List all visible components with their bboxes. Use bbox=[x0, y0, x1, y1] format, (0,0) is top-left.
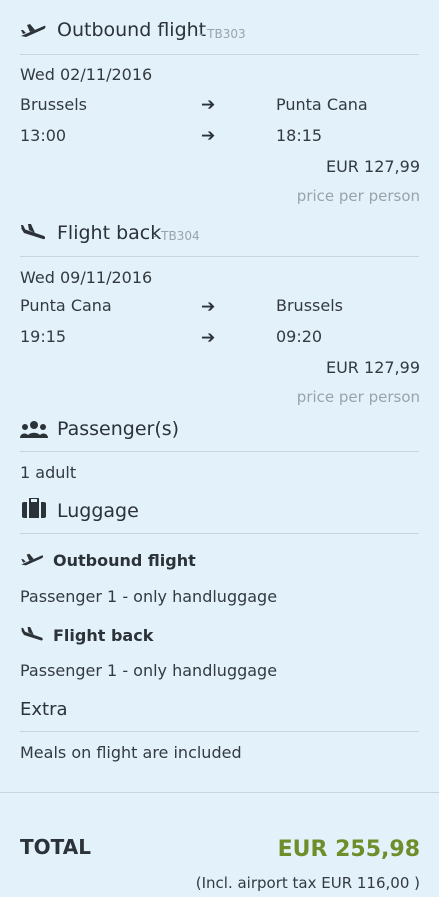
airport-tax-note: (Incl. airport tax EUR 116,00 ) bbox=[195, 874, 420, 892]
outbound-flight-code: - TB303 bbox=[199, 27, 246, 41]
plane-landing-icon bbox=[20, 224, 46, 242]
arrow-right-icon: ➔ bbox=[201, 328, 216, 348]
passengers-section-title: Passenger(s) bbox=[57, 418, 180, 440]
plane-landing-icon bbox=[20, 627, 44, 643]
return-price-note: price per person bbox=[296, 388, 420, 406]
divider bbox=[20, 731, 419, 732]
extra-section-title: Extra bbox=[20, 699, 68, 720]
divider bbox=[20, 54, 419, 55]
outbound-date: Wed 02/11/2016 bbox=[20, 65, 153, 84]
luggage-section-title: Luggage bbox=[57, 500, 139, 522]
outbound-arrival-time: 18:15 bbox=[276, 126, 323, 145]
luggage-outbound-label: Outbound flight bbox=[53, 551, 196, 570]
divider bbox=[20, 256, 419, 257]
return-arrival-time: 09:20 bbox=[276, 327, 323, 346]
plane-takeoff-icon bbox=[20, 22, 46, 40]
passengers-count: 1 adult bbox=[20, 463, 77, 482]
divider bbox=[20, 533, 419, 534]
outbound-price-note: price per person bbox=[296, 187, 420, 205]
luggage-return-value: Passenger 1 - only handluggage bbox=[20, 661, 278, 680]
divider bbox=[20, 451, 419, 452]
outbound-origin: Brussels bbox=[20, 95, 87, 114]
plane-takeoff-icon bbox=[20, 552, 44, 568]
total-label: TOTAL bbox=[20, 835, 91, 859]
luggage-return-label: Flight back bbox=[53, 626, 154, 645]
suitcase-icon bbox=[22, 498, 46, 518]
return-departure-time: 19:15 bbox=[20, 327, 67, 346]
return-origin: Punta Cana bbox=[20, 296, 112, 315]
return-price: EUR 127,99 bbox=[325, 358, 420, 377]
outbound-price: EUR 127,99 bbox=[325, 157, 420, 176]
luggage-outbound-value: Passenger 1 - only handluggage bbox=[20, 587, 278, 606]
arrow-right-icon: ➔ bbox=[201, 126, 216, 146]
total-price: EUR 255,98 bbox=[277, 837, 420, 862]
outbound-departure-time: 13:00 bbox=[20, 126, 67, 145]
return-flight-code: - TB304 bbox=[153, 229, 200, 243]
outbound-section-title: Outbound flight bbox=[57, 19, 207, 41]
return-section-title: Flight back bbox=[57, 222, 162, 244]
arrow-right-icon: ➔ bbox=[201, 95, 216, 115]
passengers-icon bbox=[20, 420, 48, 438]
outbound-destination: Punta Cana bbox=[276, 95, 368, 114]
extra-meals-note: Meals on flight are included bbox=[20, 743, 242, 762]
arrow-right-icon: ➔ bbox=[201, 297, 216, 317]
return-date: Wed 09/11/2016 bbox=[20, 268, 153, 287]
return-destination: Brussels bbox=[276, 296, 343, 315]
